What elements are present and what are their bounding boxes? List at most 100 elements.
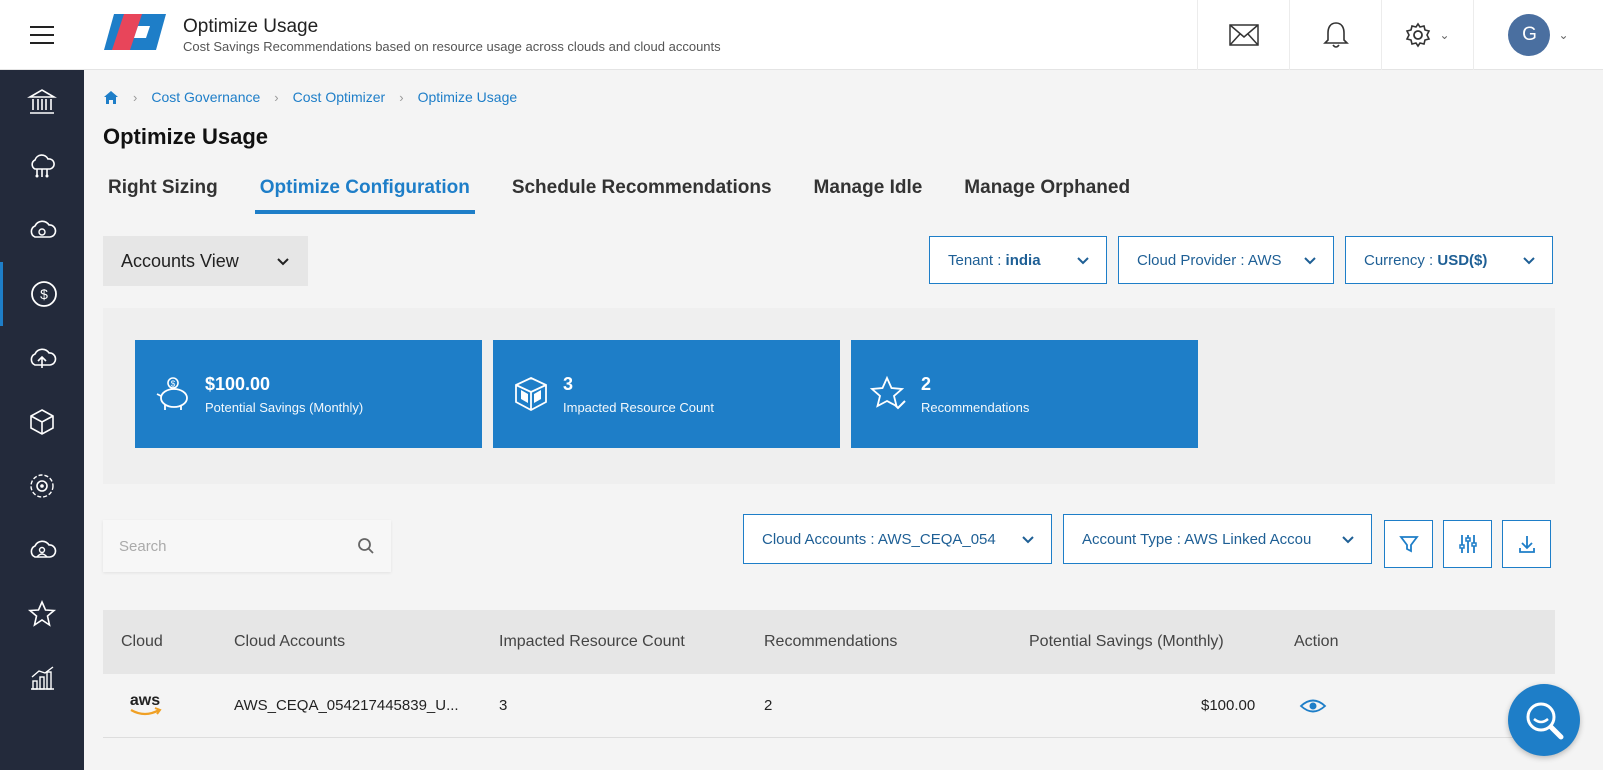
sidebar-item-automation[interactable] (0, 454, 84, 518)
summary-card-impacted: 3 Impacted Resource Count (493, 340, 840, 448)
sidebar-item-bank[interactable] (0, 70, 84, 134)
cloud-provider-dropdown[interactable]: Cloud Provider : AWS (1118, 236, 1334, 284)
table-header: Cloud Cloud Accounts Impacted Resource C… (103, 610, 1555, 674)
filter-button[interactable] (1384, 520, 1433, 568)
impacted-count-label: Impacted Resource Count (563, 399, 715, 415)
tab-bar: Right Sizing Optimize Configuration Sche… (103, 172, 1167, 214)
col-header-cloud[interactable]: Cloud (121, 633, 163, 651)
col-header-cloud-accounts[interactable]: Cloud Accounts (234, 633, 345, 651)
accounts-table: Cloud Cloud Accounts Impacted Resource C… (103, 610, 1555, 738)
cell-impacted: 3 (499, 697, 508, 714)
user-menu[interactable]: G ⌄ (1473, 0, 1603, 70)
cell-account: AWS_CEQA_054217445839_U... (234, 697, 459, 714)
chevron-down-icon (1022, 536, 1034, 544)
col-header-impacted[interactable]: Impacted Resource Count (499, 633, 685, 651)
currency-dropdown[interactable]: Currency : USD($) (1345, 236, 1553, 284)
search-input[interactable] (119, 537, 357, 555)
breadcrumb-cost-governance[interactable]: Cost Governance (151, 89, 260, 105)
column-settings-button[interactable] (1443, 520, 1492, 568)
breadcrumb-separator: › (133, 89, 138, 105)
tenant-label: Tenant : (948, 251, 1006, 269)
col-header-recommendations[interactable]: Recommendations (764, 633, 897, 651)
currency-dropdown-text: Currency : USD($) (1364, 252, 1487, 269)
tab-schedule-recommendations[interactable]: Schedule Recommendations (507, 172, 777, 214)
hamburger-menu-icon[interactable] (0, 0, 84, 70)
chevron-down-icon (1342, 536, 1354, 544)
view-details-button[interactable] (1299, 698, 1327, 718)
sidebar-item-cloud-upload[interactable] (0, 326, 84, 390)
sidebar-item-cloud-network[interactable] (0, 134, 84, 198)
account-type-dropdown[interactable]: Account Type : AWS Linked Accou (1063, 514, 1372, 564)
tenant-dropdown[interactable]: Tenant : india (929, 236, 1107, 284)
tab-manage-idle[interactable]: Manage Idle (809, 172, 928, 214)
cloud-user-icon (30, 540, 57, 558)
cube-icon (30, 409, 54, 435)
sidebar-item-cube[interactable] (0, 390, 84, 454)
breadcrumb-optimize-usage[interactable]: Optimize Usage (418, 89, 518, 105)
recommendations-value: 2 (921, 373, 932, 394)
savings-label: Potential Savings (Monthly) (205, 399, 364, 415)
view-select-value: Accounts View (121, 250, 239, 271)
eye-icon (1299, 699, 1327, 713)
sidebar-item-analytics[interactable] (0, 646, 84, 710)
chevron-down-icon (277, 258, 289, 266)
search-help-button[interactable] (1508, 684, 1580, 756)
top-header: Optimize Usage Cost Savings Recommendati… (0, 0, 1603, 70)
mail-icon[interactable] (1197, 0, 1289, 70)
cloud-network-icon (31, 154, 55, 178)
svg-text:$: $ (40, 286, 48, 302)
currency-label: Currency : (1364, 251, 1438, 269)
chevron-down-icon: ⌄ (1558, 28, 1569, 42)
col-header-action: Action (1294, 633, 1339, 650)
cell-recommendations: 2 (764, 697, 773, 714)
breadcrumb: › Cost Governance › Cost Optimizer › Opt… (103, 89, 517, 105)
sidebar-item-cloud-user[interactable] (0, 518, 84, 582)
chevron-down-icon (1304, 257, 1316, 265)
star-check-icon (869, 375, 906, 410)
cloud-provider-label: Cloud Provider : AWS (1137, 251, 1282, 269)
cube-icon (515, 377, 547, 412)
cell-savings: $100.00 (1201, 697, 1256, 714)
summary-card-recommendations: 2 Recommendations (851, 340, 1198, 448)
breadcrumb-cost-optimizer[interactable]: Cost Optimizer (293, 89, 386, 105)
sidebar-item-cloud-sync[interactable] (0, 198, 84, 262)
cloud-accounts-label: Cloud Accounts : AWS_CEQA_054 (762, 530, 996, 548)
download-icon (1518, 536, 1535, 553)
sidebar-item-cost[interactable]: $ (0, 262, 84, 326)
bell-icon[interactable] (1289, 0, 1381, 70)
filter-icon (1398, 536, 1419, 553)
analytics-icon (31, 666, 54, 690)
download-button[interactable] (1502, 520, 1551, 568)
magnifier-icon (1526, 702, 1564, 740)
cloud-accounts-dropdown[interactable]: Cloud Accounts : AWS_CEQA_054 (743, 514, 1052, 564)
dollar-icon: $ (30, 281, 57, 307)
tab-manage-orphaned[interactable]: Manage Orphaned (959, 172, 1135, 214)
gear-icon (1406, 22, 1431, 48)
avatar: G (1508, 14, 1551, 56)
sidebar-item-favorites[interactable] (0, 582, 84, 646)
summary-card-savings: $ $100.00 Potential Savings (Monthly) (135, 340, 482, 448)
star-icon (27, 600, 57, 627)
settings-menu[interactable]: ⌄ (1381, 0, 1473, 70)
search-icon[interactable] (357, 537, 375, 555)
page-title: Optimize Usage (103, 124, 269, 149)
svg-text:$: $ (171, 380, 176, 389)
bank-icon (27, 89, 57, 114)
table-row: aws AWS_CEQA_054217445839_U... 3 2 $100.… (103, 674, 1555, 738)
home-icon[interactable] (103, 90, 119, 105)
breadcrumb-separator: › (399, 89, 404, 105)
tab-optimize-configuration[interactable]: Optimize Configuration (254, 172, 475, 214)
search-box (103, 520, 391, 572)
tenant-dropdown-text: Tenant : india (948, 252, 1041, 269)
tenant-value: india (1005, 251, 1041, 269)
aws-logo: aws (125, 690, 165, 724)
cloud-upload-icon (30, 348, 57, 368)
currency-value: USD($) (1437, 251, 1488, 269)
sliders-icon (1458, 535, 1477, 553)
app-logo (104, 14, 166, 50)
recommendations-label: Recommendations (921, 399, 1030, 415)
view-select[interactable]: Accounts View (103, 236, 308, 286)
tab-right-sizing[interactable]: Right Sizing (103, 172, 223, 214)
col-header-savings[interactable]: Potential Savings (Monthly) (1029, 633, 1224, 651)
svg-text:aws: aws (130, 692, 160, 709)
